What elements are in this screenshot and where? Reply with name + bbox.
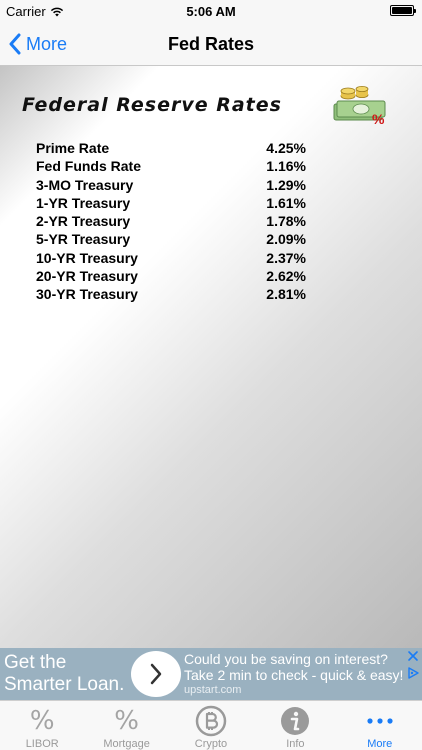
close-icon[interactable] — [407, 650, 419, 662]
tab-mortgage[interactable]: % Mortgage — [84, 701, 168, 750]
ad-url: upstart.com — [184, 684, 242, 696]
tab-label: Mortgage — [103, 738, 150, 750]
ad-headline-line2: Smarter Loan. — [4, 674, 125, 695]
status-bar: Carrier 5:06 AM — [0, 0, 422, 22]
rate-value: 1.29% — [266, 176, 306, 193]
rate-row: Fed Funds Rate 1.16% — [36, 158, 306, 176]
rate-name: 5-YR Treasury — [36, 231, 131, 248]
battery-icon — [390, 5, 416, 16]
rate-name: 10-YR Treasury — [36, 249, 138, 266]
rate-value: 2.09% — [266, 231, 306, 248]
tab-more[interactable]: More — [338, 701, 422, 750]
percent-icon: % — [29, 706, 55, 736]
navigation-bar: More Fed Rates — [0, 22, 422, 66]
rate-name: 2-YR Treasury — [36, 213, 131, 230]
rate-row: 1-YR Treasury 1.61% — [36, 195, 306, 213]
rate-name: 20-YR Treasury — [36, 268, 138, 285]
rate-value: 2.62% — [266, 268, 306, 285]
rate-value: 2.81% — [266, 286, 306, 303]
money-percent-icon: % — [333, 86, 386, 126]
tab-label: Info — [286, 738, 305, 750]
rate-name: 1-YR Treasury — [36, 194, 131, 211]
rate-name: Prime Rate — [36, 140, 110, 156]
rate-value: 1.61% — [266, 194, 306, 211]
chevron-right-icon — [150, 663, 162, 685]
tab-bar: % LIBOR % Mortgage Crypto Info More — [0, 700, 422, 750]
tab-label: LIBOR — [25, 738, 59, 750]
rate-row: 5-YR Treasury 2.09% — [36, 231, 306, 249]
ad-headline: Get the Smarter Loan. — [4, 652, 124, 696]
ad-body-line2: Take 2 min to check - quick & easy! — [184, 667, 404, 683]
ad-go-button[interactable] — [131, 651, 181, 697]
tab-info[interactable]: Info — [253, 701, 337, 750]
bitcoin-icon — [195, 705, 227, 737]
tab-crypto[interactable]: Crypto — [169, 701, 253, 750]
rate-name: 3-MO Treasury — [36, 176, 134, 193]
clock: 5:06 AM — [186, 4, 236, 19]
rate-value: 2.37% — [266, 249, 306, 266]
tab-label: Crypto — [194, 738, 228, 750]
rate-value: 1.16% — [266, 158, 306, 175]
ad-body: Could you be saving on interest? Take 2 … — [184, 651, 406, 697]
ad-body-line1: Could you be saving on interest? — [184, 651, 388, 667]
rate-name: 30-YR Treasury — [36, 286, 138, 303]
tab-label: More — [367, 738, 393, 750]
info-icon — [281, 707, 310, 735]
rate-value: 1.78% — [266, 213, 306, 230]
back-button[interactable]: More — [8, 22, 67, 66]
ad-banner[interactable]: Get the Smarter Loan. Could you be savin… — [0, 648, 422, 700]
rates-content: Federal Reserve Rates % Prime Rate 4.25%… — [0, 66, 422, 648]
more-icon — [367, 718, 393, 724]
rate-row: 30-YR Treasury 2.81% — [36, 286, 306, 304]
rate-row: Prime Rate 4.25% — [36, 140, 306, 158]
ad-headline-line1: Get the — [4, 652, 67, 673]
adchoices-icon[interactable] — [406, 666, 420, 680]
rate-row: 3-MO Treasury 1.29% — [36, 177, 306, 195]
tab-libor[interactable]: % LIBOR — [0, 701, 84, 750]
rate-row: 10-YR Treasury 2.37% — [36, 250, 306, 268]
rates-heading: Federal Reserve Rates — [22, 94, 282, 116]
rate-row: 2-YR Treasury 1.78% — [36, 213, 306, 231]
chevron-left-icon — [9, 33, 21, 55]
rate-name: Fed Funds Rate — [36, 158, 142, 175]
rates-list: Prime Rate 4.25% Fed Funds Rate 1.16% 3-… — [36, 140, 306, 305]
percent-icon: % — [114, 706, 139, 736]
percent-sign: % — [372, 111, 385, 126]
rate-row: 20-YR Treasury 2.62% — [36, 268, 306, 286]
rate-value: 4.25% — [266, 140, 306, 156]
back-button-label: More — [26, 33, 68, 54]
